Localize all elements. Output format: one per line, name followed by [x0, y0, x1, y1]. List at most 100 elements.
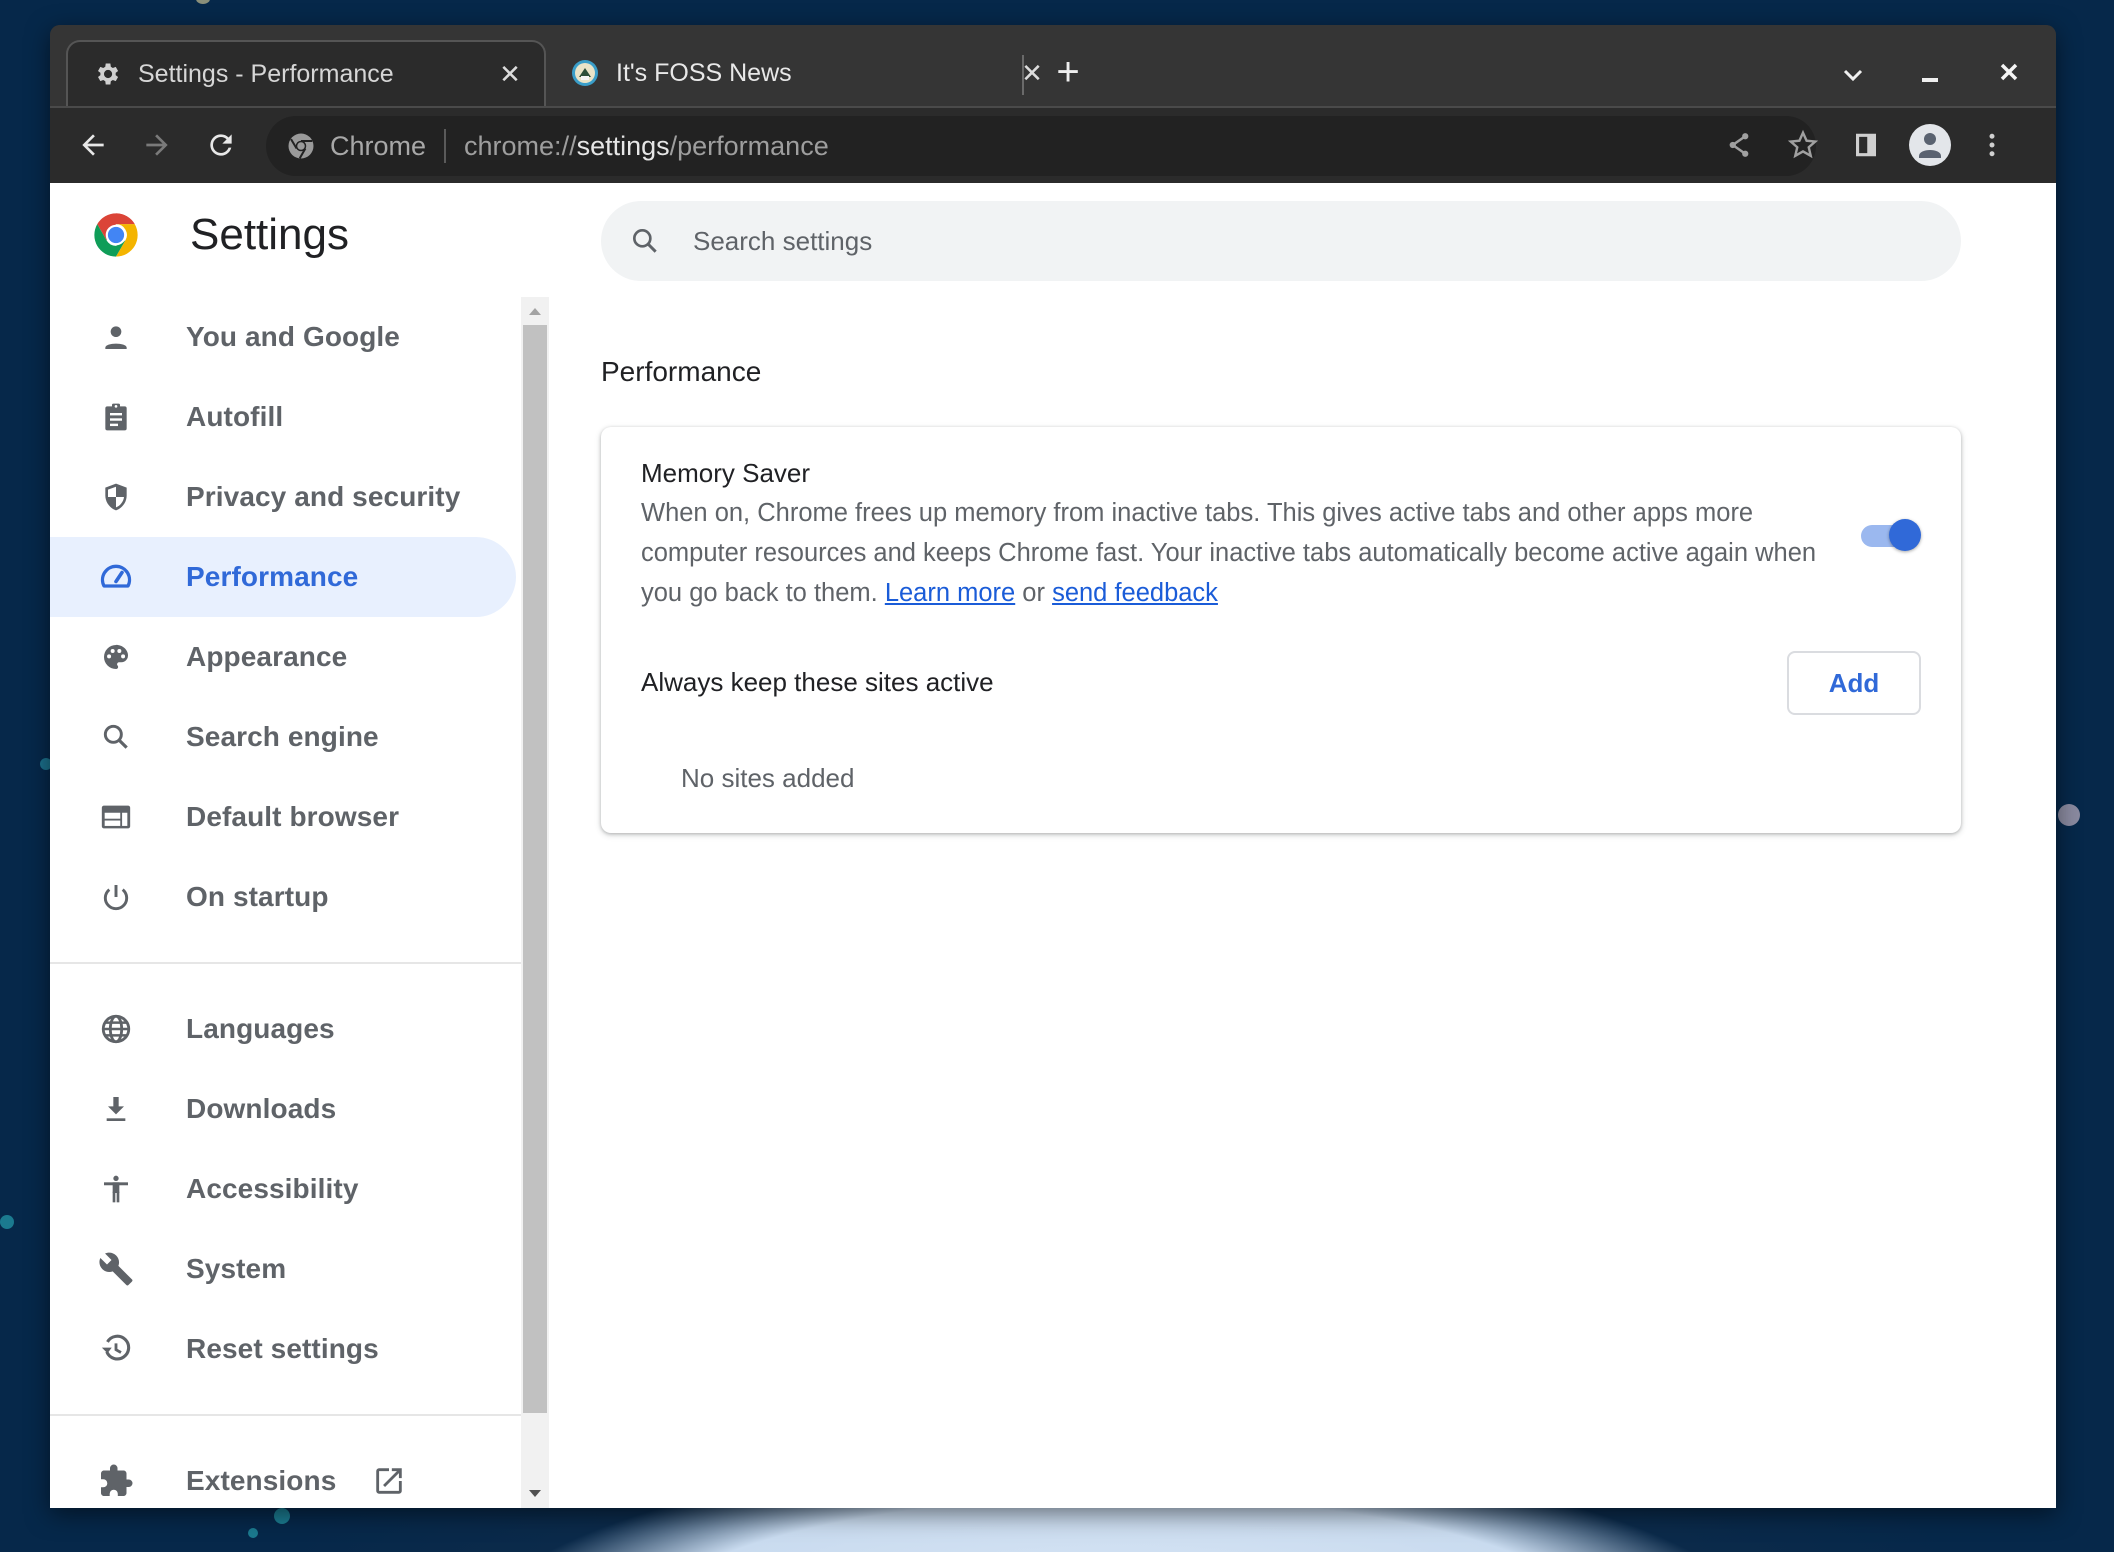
settings-nav: You and Google Autofill Privacy and secu… [50, 297, 571, 1508]
settings-main: Performance Memory Saver When on, Chrome… [601, 183, 2056, 1508]
sidebar-item-label: Reset settings [186, 1333, 379, 1364]
profile-avatar-button[interactable] [1905, 120, 1955, 170]
keep-active-title: Always keep these sites active [641, 667, 994, 697]
close-window-button[interactable] [1984, 49, 2034, 99]
memory-saver-title: Memory Saver [641, 458, 811, 488]
sidebar-item-label: Autofill [186, 401, 284, 432]
side-panel-button[interactable] [1841, 120, 1891, 170]
sidebar-item-system[interactable]: System [50, 1229, 516, 1309]
tab-title: It's FOSS News [616, 58, 792, 87]
send-feedback-link[interactable]: send feedback [1052, 579, 1218, 607]
accessibility-icon [96, 1169, 136, 1209]
sidebar-item-label: Search engine [186, 721, 379, 752]
puzzle-icon [96, 1461, 136, 1501]
sidebar-item-label: Languages [186, 1013, 335, 1044]
sidebar-item-downloads[interactable]: Downloads [50, 1069, 516, 1149]
no-sites-text: No sites added [681, 763, 855, 793]
palette-icon [96, 637, 136, 677]
person-icon [96, 317, 136, 357]
search-icon [96, 717, 136, 757]
chip-label: Chrome [330, 130, 427, 161]
sidebar-item-label: System [186, 1253, 287, 1284]
power-icon [96, 877, 136, 917]
add-site-button[interactable]: Add [1787, 651, 1921, 715]
sidebar-item-autofill[interactable]: Autofill [50, 377, 516, 457]
new-tab-button[interactable]: + [1044, 49, 1092, 97]
tab-itsfoss-news[interactable]: It's FOSS News ✕ [546, 40, 1066, 106]
shield-icon [96, 477, 136, 517]
wrench-icon [96, 1249, 136, 1289]
address-bar[interactable]: Chrome chrome://settings/performance [266, 116, 1816, 176]
clipboard-icon [96, 397, 136, 437]
site-info-chip[interactable]: Chrome [286, 131, 426, 162]
sidebar-item-privacy-and-security[interactable]: Privacy and security [50, 457, 516, 537]
url-path: /performance [669, 130, 829, 161]
scrollbar-thumb[interactable] [523, 325, 547, 1413]
settings-title: Settings [190, 210, 349, 259]
chrome-menu-button[interactable] [1967, 120, 2017, 170]
speedometer-icon [96, 557, 136, 597]
sidebar-item-you-and-google[interactable]: You and Google [50, 297, 516, 377]
gear-icon [92, 59, 122, 89]
tab-settings-performance[interactable]: Settings - Performance ✕ [66, 40, 546, 106]
itsfoss-favicon-icon [570, 58, 600, 88]
url-text[interactable]: chrome://settings/performance [464, 131, 829, 162]
browser-window-icon [96, 797, 136, 837]
nav-divider [50, 962, 521, 964]
search-icon [627, 223, 663, 259]
memory-saver-toggle[interactable] [1859, 515, 1925, 555]
or-text: or [1015, 579, 1053, 607]
sidebar-item-label: Accessibility [186, 1173, 359, 1204]
description-text: When on, Chrome frees up memory from ina… [641, 499, 1817, 607]
tab-search-button[interactable] [1828, 49, 1878, 99]
chrome-logo-icon [286, 131, 316, 161]
tab-title: Settings - Performance [138, 59, 394, 88]
nav-divider [50, 1414, 521, 1416]
memory-saver-row: Memory Saver When on, Chrome frees up me… [641, 453, 1821, 613]
browser-window: Settings - Performance ✕ It's FOSS News … [50, 25, 2056, 1508]
tab-strip: Settings - Performance ✕ It's FOSS News … [50, 25, 2056, 106]
scroll-down-button[interactable] [521, 1480, 549, 1508]
settings-brand: Settings [90, 209, 349, 261]
sidebar-item-label: Downloads [186, 1093, 337, 1124]
search-settings-box[interactable] [601, 201, 1961, 281]
share-button[interactable] [1714, 120, 1764, 170]
sidebar-item-label: Appearance [186, 641, 348, 672]
sidebar-item-reset-settings[interactable]: Reset settings [50, 1309, 516, 1389]
download-icon [96, 1089, 136, 1129]
close-tab-button[interactable]: ✕ [490, 59, 530, 90]
sidebar-item-search-engine[interactable]: Search engine [50, 697, 516, 777]
memory-saver-description: When on, Chrome frees up memory from ina… [641, 493, 1821, 613]
globe-icon [96, 1009, 136, 1049]
bookmark-star-button[interactable] [1778, 120, 1828, 170]
chrome-logo-icon [90, 209, 142, 261]
sidebar-item-languages[interactable]: Languages [50, 989, 516, 1069]
search-settings-input[interactable] [693, 225, 1893, 257]
sidebar-scrollbar[interactable] [521, 297, 549, 1508]
background-dot [0, 1215, 14, 1229]
sidebar-item-extensions[interactable]: Extensions [50, 1441, 516, 1508]
background-dot [2058, 804, 2080, 826]
settings-sidebar: Settings You and Google Autofill Privacy… [50, 183, 571, 1508]
open-in-new-icon [372, 1464, 406, 1498]
sidebar-item-label: Extensions [186, 1465, 337, 1496]
url-host: settings [576, 130, 670, 161]
toggle-knob [1889, 519, 1921, 551]
sidebar-item-performance[interactable]: Performance [50, 537, 516, 617]
tab-separator [1022, 55, 1024, 95]
background-dot [196, 0, 210, 4]
sidebar-item-on-startup[interactable]: On startup [50, 857, 516, 937]
background-dot [248, 1528, 258, 1538]
sidebar-item-accessibility[interactable]: Accessibility [50, 1149, 516, 1229]
toolbar: Chrome chrome://settings/performance [50, 106, 2056, 183]
scroll-up-button[interactable] [521, 297, 549, 325]
minimize-button[interactable] [1905, 49, 1955, 99]
forward-button[interactable] [132, 120, 182, 170]
sidebar-item-default-browser[interactable]: Default browser [50, 777, 516, 857]
sidebar-item-appearance[interactable]: Appearance [50, 617, 516, 697]
history-icon [96, 1329, 136, 1369]
learn-more-link[interactable]: Learn more [885, 579, 1015, 607]
back-button[interactable] [68, 120, 118, 170]
sidebar-item-label: Privacy and security [186, 481, 461, 512]
reload-button[interactable] [196, 120, 246, 170]
